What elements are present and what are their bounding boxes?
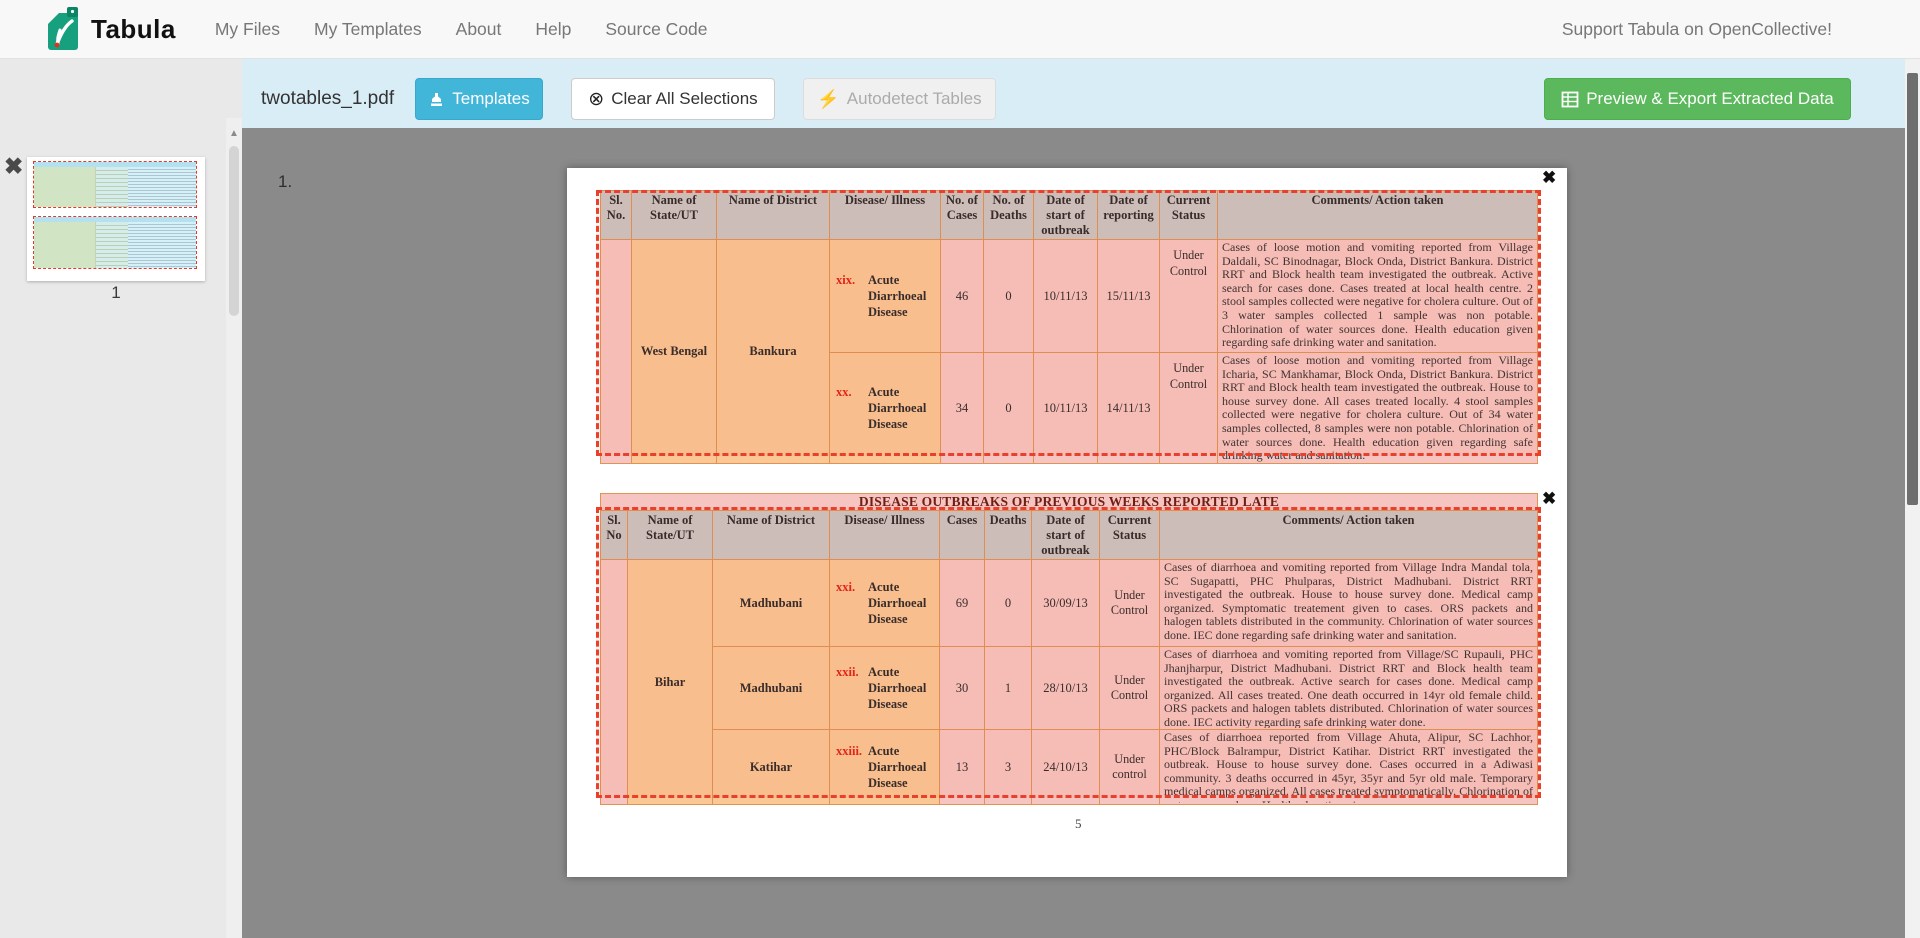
nav-support-link[interactable]: Support Tabula on OpenCollective! bbox=[1562, 19, 1832, 40]
nav-my-files[interactable]: My Files bbox=[198, 19, 297, 40]
page-list-marker: 1. bbox=[278, 172, 292, 192]
tabula-logo-icon bbox=[46, 6, 82, 52]
close-icon[interactable]: ✖ bbox=[1542, 490, 1556, 507]
mini-table-header bbox=[34, 162, 196, 167]
templates-icon bbox=[428, 91, 445, 108]
nav-help[interactable]: Help bbox=[518, 19, 588, 40]
clear-circle-x-icon: ⊗ bbox=[588, 88, 604, 111]
thumbnail-page-number: 1 bbox=[27, 283, 205, 303]
pdf-filename: twotables_1.pdf bbox=[261, 88, 394, 110]
nav-source-code[interactable]: Source Code bbox=[588, 19, 724, 40]
main-scrollbar[interactable] bbox=[1905, 59, 1920, 938]
thumbnail-selection-2 bbox=[33, 216, 197, 269]
nav-my-templates[interactable]: My Templates bbox=[297, 19, 439, 40]
sidebar-scrollbar[interactable]: ▲ ▼ bbox=[226, 118, 242, 938]
document-canvas: 1. Sl. No. Name of State/UT Name of Dist… bbox=[242, 128, 1905, 938]
close-icon[interactable]: ✖ bbox=[1542, 169, 1556, 186]
preview-export-button[interactable]: Preview & Export Extracted Data bbox=[1544, 78, 1851, 120]
templates-button[interactable]: Templates bbox=[415, 78, 543, 120]
nav-about[interactable]: About bbox=[439, 19, 519, 40]
table-selection-2[interactable] bbox=[596, 507, 1541, 798]
autodetect-tables-button[interactable]: ⚡ Autodetect Tables bbox=[803, 78, 996, 120]
toolbar: twotables_1.pdf Templates ⊗ Clear All Se… bbox=[242, 59, 1905, 128]
top-navbar: Tabula My Files My Templates About Help … bbox=[0, 0, 1920, 59]
clear-label: Clear All Selections bbox=[611, 89, 757, 109]
autodetect-label: Autodetect Tables bbox=[847, 89, 982, 109]
main-scroll-thumb[interactable] bbox=[1907, 73, 1918, 505]
scroll-up-icon[interactable]: ▲ bbox=[226, 128, 242, 139]
table-selection-1[interactable] bbox=[596, 190, 1541, 456]
export-label: Preview & Export Extracted Data bbox=[1586, 89, 1834, 109]
pdf-page-number: 5 bbox=[1075, 816, 1082, 832]
pdf-page[interactable]: Sl. No. Name of State/UT Name of Distric… bbox=[567, 168, 1567, 877]
mini-table-body bbox=[34, 167, 196, 207]
sidebar-scroll-thumb[interactable] bbox=[229, 146, 239, 316]
nav-links: My Files My Templates About Help Source … bbox=[198, 19, 725, 40]
lightning-icon: ⚡ bbox=[817, 89, 839, 110]
tabula-app: Tabula My Files My Templates About Help … bbox=[0, 0, 1920, 938]
mini-table-header bbox=[34, 217, 196, 222]
brand-title: Tabula bbox=[91, 14, 176, 45]
remove-file-icon[interactable]: ✖ bbox=[4, 153, 23, 180]
thumbnail-selection-1 bbox=[33, 161, 197, 208]
page-thumbnail[interactable] bbox=[27, 157, 205, 281]
thumbnail-sidebar: ✖ 1 ▲ ▼ bbox=[0, 59, 242, 938]
templates-label: Templates bbox=[452, 89, 529, 109]
spreadsheet-icon bbox=[1561, 91, 1579, 108]
mini-table-body bbox=[34, 222, 196, 268]
brand[interactable]: Tabula bbox=[46, 6, 176, 52]
clear-all-selections-button[interactable]: ⊗ Clear All Selections bbox=[571, 78, 775, 120]
